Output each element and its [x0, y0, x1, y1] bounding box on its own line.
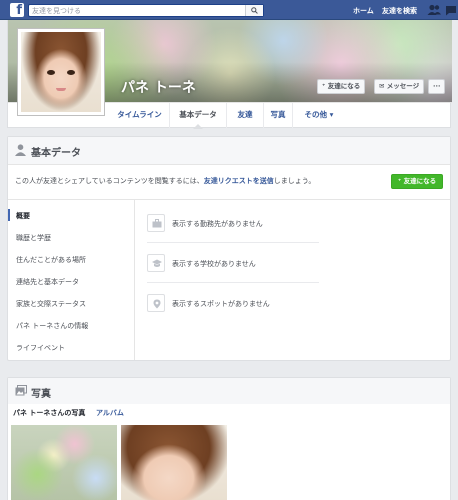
tab-friends[interactable]: 友達 [227, 103, 264, 128]
info-work: 表示する勤務先がありません [147, 214, 319, 234]
more-options-button[interactable]: ··· [428, 79, 446, 94]
add-friend-icon: ⁺ [397, 177, 402, 185]
tab-photos[interactable]: 写真 [264, 103, 293, 128]
info-places-text: 表示するスポットがありません [172, 300, 270, 308]
search-icon [251, 7, 258, 14]
about-title: 基本データ [31, 148, 81, 159]
nav-contact-info[interactable]: 連絡先と基本データ [16, 277, 79, 287]
search-button[interactable] [245, 5, 263, 16]
nav-details-about[interactable]: パネ トーネさんの情報 [16, 321, 88, 331]
friend-requests-icon[interactable] [427, 4, 441, 16]
avatar-mouth [56, 88, 66, 91]
places-icon-box [147, 294, 165, 312]
avatar-eye [67, 70, 75, 75]
notice-end: しましょう。 [273, 177, 316, 185]
message-button[interactable]: ✉ メッセージ [374, 79, 425, 94]
about-section: 基本データ この人が友達とシェアしているコンテンツを閲覧するには、友達リクエスト… [7, 136, 451, 361]
send-friend-request-link[interactable]: 友達リクエストを送信 [204, 177, 274, 185]
add-friend-button[interactable]: ⁺ 友達になる [317, 79, 366, 94]
nav-overview[interactable]: 概要 [8, 209, 30, 221]
photos-title: 写真 [31, 389, 51, 400]
profile-picture[interactable] [17, 28, 105, 116]
tab-timeline[interactable]: タイムライン [110, 103, 170, 128]
map-pin-icon [153, 299, 161, 309]
info-school: 表示する学校がありません [147, 254, 319, 274]
photos-section: 写真 パネ トーネさんの写真 アルバム [7, 377, 451, 500]
info-work-text: 表示する勤務先がありません [172, 220, 263, 228]
friend-request-notice: この人が友達とシェアしているコンテンツを閲覧するには、友達リクエストを送信しまし… [15, 176, 315, 186]
graduation-cap-icon [152, 259, 162, 267]
person-icon [15, 144, 26, 156]
briefcase-icon [152, 219, 162, 228]
add-friend-green-button[interactable]: ⁺ 友達になる [391, 174, 443, 189]
info-places: 表示するスポットがありません [147, 294, 319, 314]
notice-text: この人が友達とシェアしているコンテンツを閲覧するには、 [15, 177, 204, 185]
profile-name[interactable]: パネ トーネ [121, 77, 196, 97]
search-box [28, 4, 264, 17]
info-school-text: 表示する学校がありません [172, 260, 256, 268]
about-header: 基本データ [8, 137, 450, 165]
tab-more[interactable]: その他 ▾ [293, 103, 345, 128]
nav-places-lived[interactable]: 住んだことがある場所 [16, 255, 86, 265]
tab-about[interactable]: 基本データ [170, 103, 227, 129]
work-icon-box [147, 214, 165, 232]
facebook-logo[interactable]: f [10, 3, 24, 17]
messages-icon[interactable] [445, 4, 457, 16]
add-friend-green-label: 友達になる [403, 177, 437, 185]
info-divider [147, 282, 319, 283]
add-friend-icon: ⁺ [322, 82, 326, 90]
school-icon-box [147, 254, 165, 272]
search-input[interactable] [29, 5, 239, 16]
tab-albums[interactable]: アルバム [96, 408, 124, 418]
nav-life-events[interactable]: ライフイベント [16, 343, 65, 353]
nav-family-relationships[interactable]: 家族と交際ステータス [16, 299, 86, 309]
info-divider [147, 242, 319, 243]
photo-thumbnail[interactable] [121, 425, 227, 500]
photos-header: 写真 [8, 378, 450, 404]
photo-thumbnail[interactable] [11, 425, 117, 500]
nav-work-education[interactable]: 職歴と学歴 [16, 233, 51, 243]
top-navigation-bar: f ホーム 友達を検索 [0, 0, 458, 20]
avatar [21, 32, 101, 112]
avatar-eye [47, 70, 55, 75]
profile-header: パネ トーネ ⁺ 友達になる ✉ メッセージ ··· タイムライン 基本データ … [7, 20, 452, 129]
photos-icon [15, 385, 27, 396]
find-friends-link[interactable]: 友達を検索 [382, 6, 417, 16]
message-icon: ✉ [379, 82, 385, 90]
add-friend-label: 友達になる [327, 82, 361, 90]
home-link[interactable]: ホーム [353, 6, 374, 16]
tab-person-photos[interactable]: パネ トーネさんの写真 [13, 408, 85, 418]
message-label: メッセージ [386, 82, 420, 90]
about-side-nav: 概要 職歴と学歴 住んだことがある場所 連絡先と基本データ 家族と交際ステータス… [8, 200, 135, 360]
